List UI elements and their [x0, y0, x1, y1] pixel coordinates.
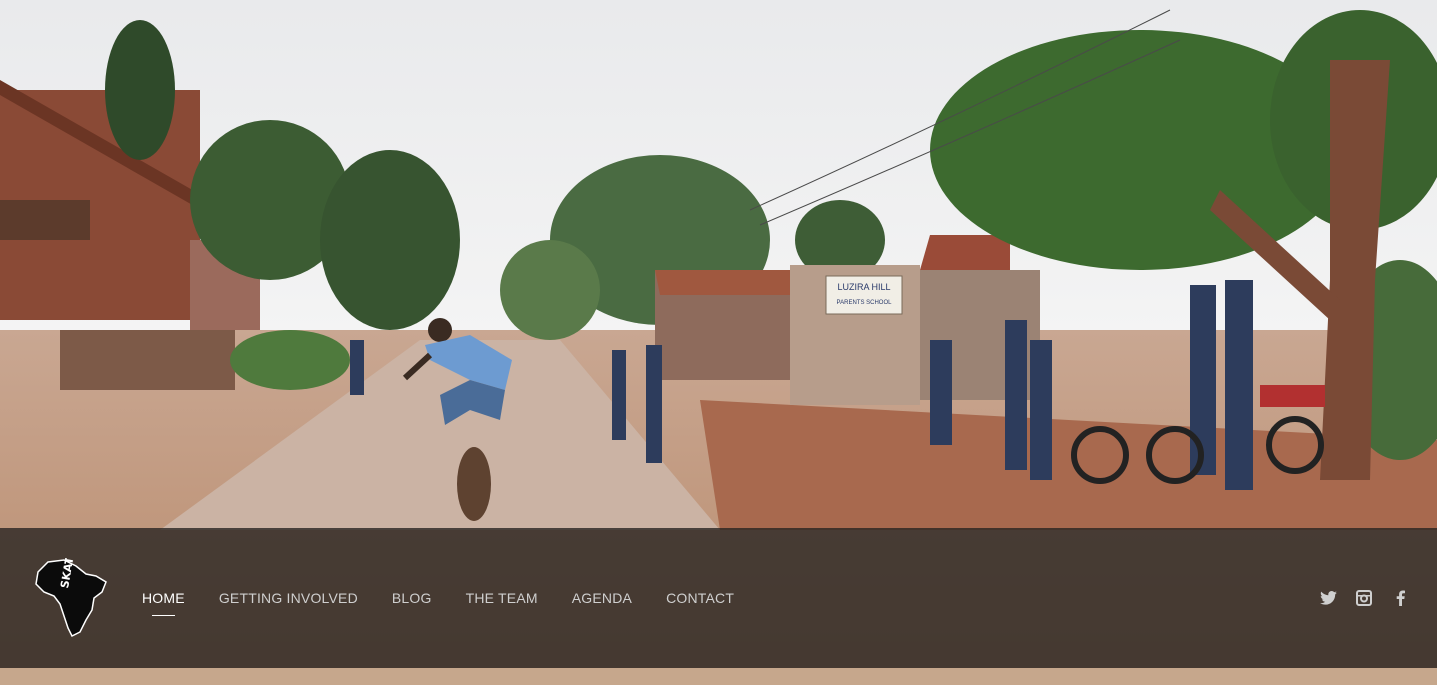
twitter-icon[interactable]	[1319, 589, 1337, 607]
nav-item-agenda[interactable]: AGENDA	[572, 586, 632, 610]
skate-4-africa-logo[interactable]: SKATE 4	[34, 537, 108, 638]
facebook-icon[interactable]	[1391, 589, 1409, 607]
main-navigation-bar: SKATE 4 HOME GETTING INVOLVED BLOG THE T…	[0, 528, 1437, 668]
sign-text-1: LUZIRA HILL	[837, 282, 890, 292]
primary-nav: HOME GETTING INVOLVED BLOG THE TEAM AGEN…	[142, 528, 768, 668]
nav-item-blog[interactable]: BLOG	[392, 586, 432, 610]
africa-map-logo-icon: SKATE 4	[35, 537, 107, 638]
social-links	[1319, 528, 1409, 668]
nav-item-contact[interactable]: CONTACT	[666, 586, 734, 610]
hero-bottom-strip	[0, 668, 1437, 685]
nav-item-home[interactable]: HOME	[142, 586, 185, 616]
nav-item-getting-involved[interactable]: GETTING INVOLVED	[219, 586, 358, 610]
sign-text-2: PARENTS SCHOOL	[837, 300, 893, 306]
nav-item-the-team[interactable]: THE TEAM	[466, 586, 538, 610]
instagram-icon[interactable]	[1355, 589, 1373, 607]
